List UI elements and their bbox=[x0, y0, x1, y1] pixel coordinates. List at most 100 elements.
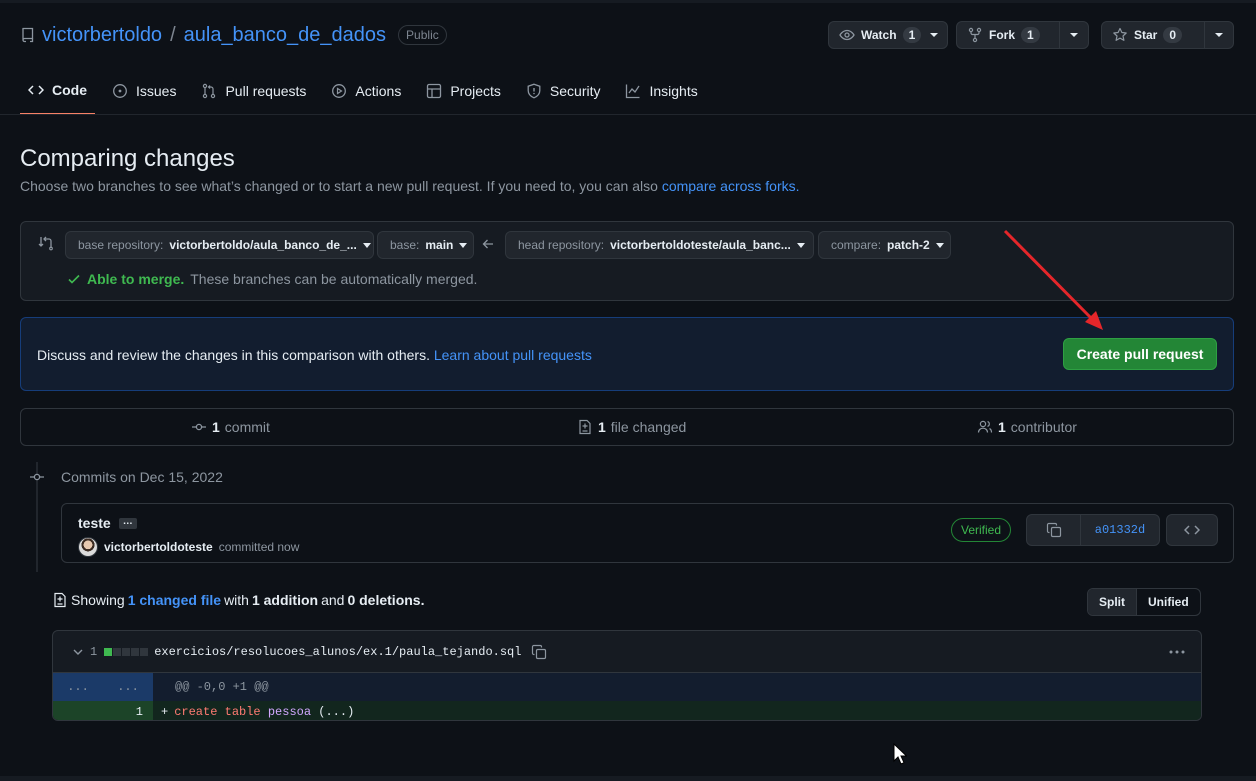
compare-branch-select[interactable]: compare: patch-2 bbox=[818, 231, 951, 259]
caret-down-icon bbox=[935, 242, 944, 248]
repo-separator: / bbox=[170, 23, 176, 46]
commit-icon bbox=[191, 419, 207, 435]
commit-sha-group: a01332d bbox=[1026, 514, 1160, 546]
merge-status: Able to merge. These branches can be aut… bbox=[67, 271, 477, 287]
commits-date-header: Commits on Dec 15, 2022 bbox=[61, 469, 223, 485]
fork-dropdown[interactable] bbox=[1058, 22, 1088, 48]
line-plus: + bbox=[161, 704, 169, 719]
diff-summary: Showing 1 changed file with 1 addition a… bbox=[52, 592, 424, 608]
commits-stat[interactable]: 1 commit bbox=[191, 419, 270, 435]
graph-icon bbox=[625, 83, 641, 99]
merge-status-detail: These branches can be automatically merg… bbox=[190, 271, 478, 287]
expand-hunk-gutter[interactable]: ... ... bbox=[53, 673, 153, 701]
pull-request-icon bbox=[201, 83, 217, 99]
code-icon bbox=[1184, 522, 1200, 538]
repo-icon bbox=[20, 27, 36, 43]
code-icon bbox=[28, 82, 44, 98]
file-diff: 1 exercicios/resolucoes_alunos/ex.1/paul… bbox=[52, 630, 1202, 721]
contributors-count: 1 bbox=[998, 419, 1006, 435]
star-count: 0 bbox=[1163, 27, 1183, 43]
tab-actions[interactable]: Actions bbox=[323, 74, 409, 108]
diff-view-toggle: Split Unified bbox=[1087, 588, 1201, 616]
check-icon bbox=[67, 272, 81, 286]
base-branch-select[interactable]: base: main bbox=[377, 231, 474, 259]
tab-code-label: Code bbox=[52, 82, 87, 98]
annotation-arrow-icon bbox=[1003, 229, 1103, 330]
base-repository-prefix: base repository: bbox=[78, 238, 164, 252]
chevron-down-icon[interactable] bbox=[72, 646, 84, 658]
top-border bbox=[0, 0, 1256, 3]
merge-status-label: Able to merge. bbox=[87, 271, 185, 287]
files-label: file changed bbox=[610, 419, 687, 435]
kebab-menu-icon[interactable] bbox=[1169, 650, 1185, 654]
additions-count: 1 addition bbox=[251, 592, 319, 608]
hunk-left-expander[interactable]: ... bbox=[53, 680, 103, 694]
copy-icon[interactable] bbox=[531, 644, 547, 660]
commit-sha-link[interactable]: a01332d bbox=[1081, 515, 1159, 545]
tab-projects[interactable]: Projects bbox=[418, 74, 509, 108]
tab-issues-label: Issues bbox=[136, 83, 177, 99]
base-branch-prefix: base: bbox=[390, 238, 420, 252]
compare-stats-bar: 1 commit 1 file changed 1 contributor bbox=[20, 408, 1234, 446]
commit-message-link[interactable]: teste bbox=[78, 515, 111, 531]
commits-label: commit bbox=[224, 419, 270, 435]
hunk-right-expander[interactable]: ... bbox=[103, 680, 153, 694]
files-count: 1 bbox=[598, 419, 606, 435]
contributors-stat[interactable]: 1 contributor bbox=[977, 419, 1077, 435]
head-repository-select[interactable]: head repository: victorbertoldoteste/aul… bbox=[505, 231, 814, 259]
unified-view-button[interactable]: Unified bbox=[1137, 589, 1200, 615]
file-diff-icon bbox=[52, 592, 68, 608]
watch-button[interactable]: Watch 1 bbox=[828, 21, 948, 49]
tab-security[interactable]: Security bbox=[518, 74, 609, 108]
discuss-text: Discuss and review the changes in this c… bbox=[37, 347, 430, 363]
star-dropdown[interactable] bbox=[1203, 22, 1233, 48]
fork-label: Fork bbox=[989, 28, 1016, 42]
repo-name-link[interactable]: aula_banco_de_dados bbox=[184, 24, 386, 47]
tab-pull-requests-label: Pull requests bbox=[225, 83, 307, 99]
added-line-row: 1 + create table pessoa (...) bbox=[53, 701, 1201, 720]
browse-files-button[interactable] bbox=[1166, 514, 1218, 546]
files-changed-stat[interactable]: 1 file changed bbox=[577, 419, 686, 435]
tab-insights[interactable]: Insights bbox=[617, 74, 705, 108]
tab-security-label: Security bbox=[549, 83, 601, 99]
verified-badge[interactable]: Verified bbox=[951, 518, 1012, 542]
fork-button[interactable]: Fork 1 bbox=[956, 21, 1089, 49]
avatar[interactable] bbox=[78, 537, 98, 557]
star-icon bbox=[1112, 27, 1128, 43]
chevron-down-icon bbox=[1214, 32, 1224, 38]
shield-icon bbox=[526, 83, 542, 99]
file-path-link[interactable]: exercicios/resolucoes_alunos/ex.1/paula_… bbox=[154, 645, 521, 659]
changed-files-link[interactable]: 1 changed file bbox=[128, 592, 221, 608]
contributors-label: contributor bbox=[1010, 419, 1077, 435]
tab-pull-requests[interactable]: Pull requests bbox=[193, 74, 314, 108]
discuss-text-line: Discuss and review the changes in this c… bbox=[37, 347, 592, 363]
repo-title: victorbertoldo / aula_banco_de_dados Pub… bbox=[20, 22, 447, 48]
tab-code[interactable]: Code bbox=[20, 74, 95, 115]
commit-author-link[interactable]: victorbertoldoteste bbox=[104, 540, 213, 554]
base-repository-select[interactable]: base repository: victorbertoldo/aula_ban… bbox=[65, 231, 374, 259]
line-number[interactable]: 1 bbox=[136, 705, 143, 719]
code-rest: (...) bbox=[318, 704, 355, 719]
chevron-down-icon bbox=[1069, 32, 1079, 38]
compare-branch-prefix: compare: bbox=[831, 238, 882, 252]
commit-author-line: victorbertoldoteste committed now bbox=[78, 537, 299, 557]
deletions-count: 0 deletions. bbox=[347, 592, 425, 608]
copy-icon bbox=[1046, 522, 1062, 538]
split-view-button[interactable]: Split bbox=[1088, 589, 1137, 615]
tab-issues[interactable]: Issues bbox=[104, 74, 184, 108]
file-diff-icon bbox=[577, 419, 593, 435]
create-pull-request-button[interactable]: Create pull request bbox=[1063, 338, 1217, 370]
star-label: Star bbox=[1134, 28, 1158, 42]
star-button[interactable]: Star 0 bbox=[1101, 21, 1234, 49]
expand-message-button[interactable]: … bbox=[118, 516, 137, 529]
bottom-border bbox=[0, 776, 1256, 781]
visibility-badge: Public bbox=[398, 25, 447, 45]
copy-sha-button[interactable] bbox=[1027, 515, 1081, 545]
caret-down-icon bbox=[459, 242, 468, 248]
compare-across-forks-link[interactable]: compare across forks. bbox=[662, 178, 800, 194]
learn-about-pull-requests-link[interactable]: Learn about pull requests bbox=[434, 347, 592, 363]
tab-projects-label: Projects bbox=[450, 83, 501, 99]
mouse-cursor-icon bbox=[893, 743, 907, 765]
hunk-header: @@ -0,0 +1 @@ bbox=[175, 680, 269, 694]
repo-owner-link[interactable]: victorbertoldo bbox=[42, 24, 162, 47]
